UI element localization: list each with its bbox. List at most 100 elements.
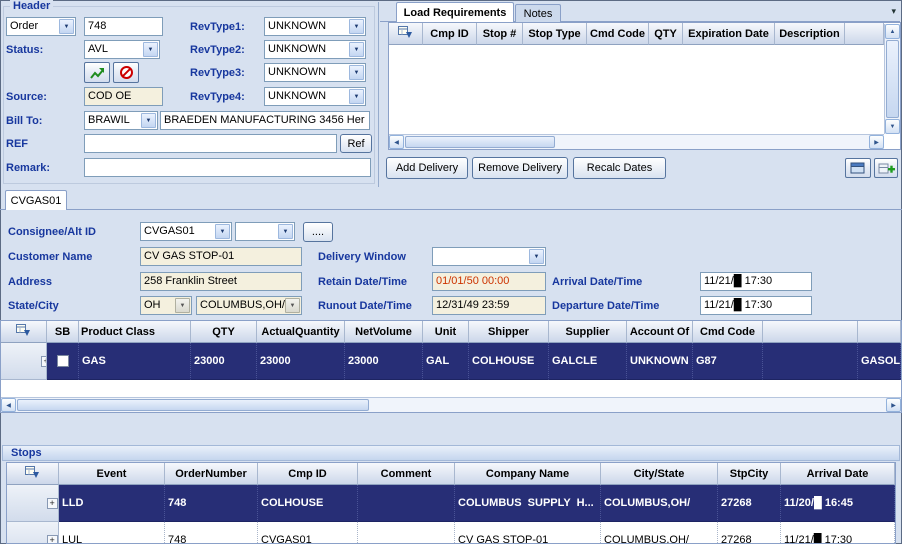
ref-field[interactable] — [84, 134, 337, 153]
horizontal-scrollbar[interactable]: ◀ ▶ — [389, 134, 884, 149]
event-cell[interactable]: LLD — [59, 485, 165, 522]
column-header-comment[interactable]: Comment — [358, 463, 455, 485]
row-expander-icon[interactable]: + — [47, 535, 58, 544]
cmp-id-cell[interactable]: COLHOUSE — [258, 485, 358, 522]
chevron-down-icon[interactable]: ▼ — [349, 89, 364, 104]
vertical-scrollbar[interactable]: ▲ ▼ — [884, 24, 900, 134]
chevron-down-icon[interactable]: ▼ — [349, 65, 364, 80]
tab-notes[interactable]: Notes — [515, 4, 561, 22]
column-header-product-class[interactable]: Product Class — [79, 321, 191, 343]
scroll-left-icon[interactable]: ◀ — [1, 398, 16, 412]
revtype4-select[interactable]: UNKNOWN ▼ — [264, 87, 366, 106]
row-selector[interactable]: +2 — [7, 522, 59, 544]
shipper-cell[interactable]: COLHOUSE — [469, 343, 549, 380]
billto-name-field[interactable]: BRAEDEN MANUFACTURING 3456 Her — [160, 111, 370, 130]
lookup-ellipsis-button[interactable]: .... — [303, 222, 333, 242]
column-header-stop-type[interactable]: Stop Type — [523, 23, 587, 45]
order-number-field[interactable]: 748 — [84, 17, 163, 36]
scrollbar-track[interactable] — [370, 398, 886, 412]
chart-button[interactable] — [84, 62, 110, 83]
column-header-unit[interactable]: Unit — [423, 321, 469, 343]
column-header-shipper[interactable]: Shipper — [469, 321, 549, 343]
chevron-down-icon[interactable]: ▼ — [143, 42, 158, 57]
arrival-date-cell[interactable]: 11/20/█ 16:45 — [781, 485, 895, 522]
qty-cell[interactable]: 23000 — [191, 343, 257, 380]
state-select[interactable]: OH ▼ — [140, 296, 192, 315]
stpcity-cell[interactable]: 27268 — [718, 485, 781, 522]
row-selector[interactable]: +1▶ — [7, 485, 59, 522]
description-cell[interactable]: GASOLI — [858, 343, 901, 380]
chevron-down-icon[interactable]: ▼ — [349, 19, 364, 34]
field-chooser-header[interactable] — [1, 321, 47, 343]
scrollbar-thumb[interactable] — [886, 40, 899, 118]
unit-cell[interactable]: GAL — [423, 343, 469, 380]
tab-consignee[interactable]: CVGAS01 — [5, 190, 67, 210]
row-expander-icon[interactable]: + — [47, 498, 58, 509]
status-select[interactable]: AVL ▼ — [84, 40, 160, 59]
stops-row-2[interactable]: +2 LUL 748 CVGAS01 CV GAS STOP-01 COLUMB… — [7, 522, 895, 544]
column-header-cmd-code[interactable]: Cmd Code — [587, 23, 649, 45]
actual-quantity-cell[interactable]: 23000 — [257, 343, 345, 380]
revtype1-select[interactable]: UNKNOWN ▼ — [264, 17, 366, 36]
net-volume-cell[interactable]: 23000 — [345, 343, 423, 380]
scrollbar-track[interactable] — [556, 135, 869, 149]
chevron-down-icon[interactable]: ▼ — [278, 224, 293, 239]
column-header-supplier[interactable]: Supplier — [549, 321, 627, 343]
column-header-expiration-date[interactable]: Expiration Date — [683, 23, 775, 45]
city-state-cell[interactable]: COLUMBUS,OH/ — [601, 485, 718, 522]
city-select[interactable]: COLUMBUS,OH/ ▼ — [196, 296, 302, 315]
stops-row-1[interactable]: +1▶ LLD 748 COLHOUSE COLUMBUS SUPPLY H..… — [7, 485, 895, 522]
add-delivery-button[interactable]: Add Delivery — [386, 157, 468, 179]
column-header-city-state[interactable]: City/State — [601, 463, 718, 485]
scroll-up-icon[interactable]: ▲ — [885, 24, 900, 39]
scroll-down-icon[interactable]: ▼ — [885, 119, 900, 134]
account-of-cell[interactable]: UNKNOWN — [627, 343, 693, 380]
billto-select[interactable]: BRAWIL ▼ — [84, 111, 158, 130]
column-header-net-volume[interactable]: NetVolume — [345, 321, 423, 343]
city-state-cell[interactable]: COLUMBUS,OH/ — [601, 522, 718, 544]
scroll-left-icon[interactable]: ◀ — [389, 135, 404, 149]
consignee-select[interactable]: CVGAS01 ▼ — [140, 222, 232, 241]
column-header-arrival-date[interactable]: Arrival Date — [781, 463, 895, 485]
remove-delivery-button[interactable]: Remove Delivery — [472, 157, 568, 179]
column-header-actual-quantity[interactable]: ActualQuantity — [257, 321, 345, 343]
order-number-cell[interactable]: 748 — [165, 522, 258, 544]
column-header-sb[interactable]: SB — [47, 321, 79, 343]
column-header-cmd-code[interactable]: Cmd Code — [693, 321, 763, 343]
comment-cell[interactable] — [358, 485, 455, 522]
row-selector[interactable]: +1▶ — [1, 343, 47, 380]
chevron-down-icon[interactable]: ▼ — [215, 224, 230, 239]
column-header-cmp-id[interactable]: Cmp ID — [423, 23, 477, 45]
cmp-id-cell[interactable]: CVGAS01 — [258, 522, 358, 544]
column-header-description[interactable]: Description — [775, 23, 845, 45]
remark-field[interactable] — [84, 158, 371, 177]
column-header-qty[interactable]: QTY — [649, 23, 683, 45]
supplier-cell[interactable]: GALCLE — [549, 343, 627, 380]
no-edit-button[interactable] — [113, 62, 139, 83]
recalc-dates-button[interactable]: Recalc Dates — [573, 157, 666, 179]
company-name-cell[interactable]: CV GAS STOP-01 — [455, 522, 601, 544]
event-cell[interactable]: LUL — [59, 522, 165, 544]
chevron-down-icon[interactable]: ▼ — [285, 298, 300, 313]
stpcity-cell[interactable]: 27268 — [718, 522, 781, 544]
column-header-stop-num[interactable]: Stop # — [477, 23, 523, 45]
column-header-cmp-id[interactable]: Cmp ID — [258, 463, 358, 485]
scrollbar-thumb[interactable] — [17, 399, 369, 411]
tab-load-requirements[interactable]: Load Requirements — [396, 2, 514, 22]
sb-checkbox[interactable] — [57, 355, 69, 367]
arrival-date-cell[interactable]: 11/21/█ 17:30 — [781, 522, 895, 544]
comment-cell[interactable] — [358, 522, 455, 544]
field-chooser-header[interactable] — [389, 23, 423, 45]
delivery-window-select[interactable]: ▼ — [432, 247, 546, 266]
column-header-order-number[interactable]: OrderNumber — [165, 463, 258, 485]
column-header-qty[interactable]: QTY — [191, 321, 257, 343]
departure-field[interactable]: 11/21/█ 17:30 — [700, 296, 812, 315]
add-grid-button[interactable] — [874, 158, 898, 178]
column-header-company-name[interactable]: Company Name — [455, 463, 601, 485]
scrollbar-thumb[interactable] — [405, 136, 555, 148]
revtype3-select[interactable]: UNKNOWN ▼ — [264, 63, 366, 82]
chevron-down-icon[interactable]: ▼ — [349, 42, 364, 57]
ref-button[interactable]: Ref — [340, 134, 372, 153]
freight-row-1[interactable]: +1▶ GAS 23000 23000 23000 GAL COLHOUSE G… — [1, 343, 901, 380]
alt-id-select[interactable]: ▼ — [235, 222, 295, 241]
